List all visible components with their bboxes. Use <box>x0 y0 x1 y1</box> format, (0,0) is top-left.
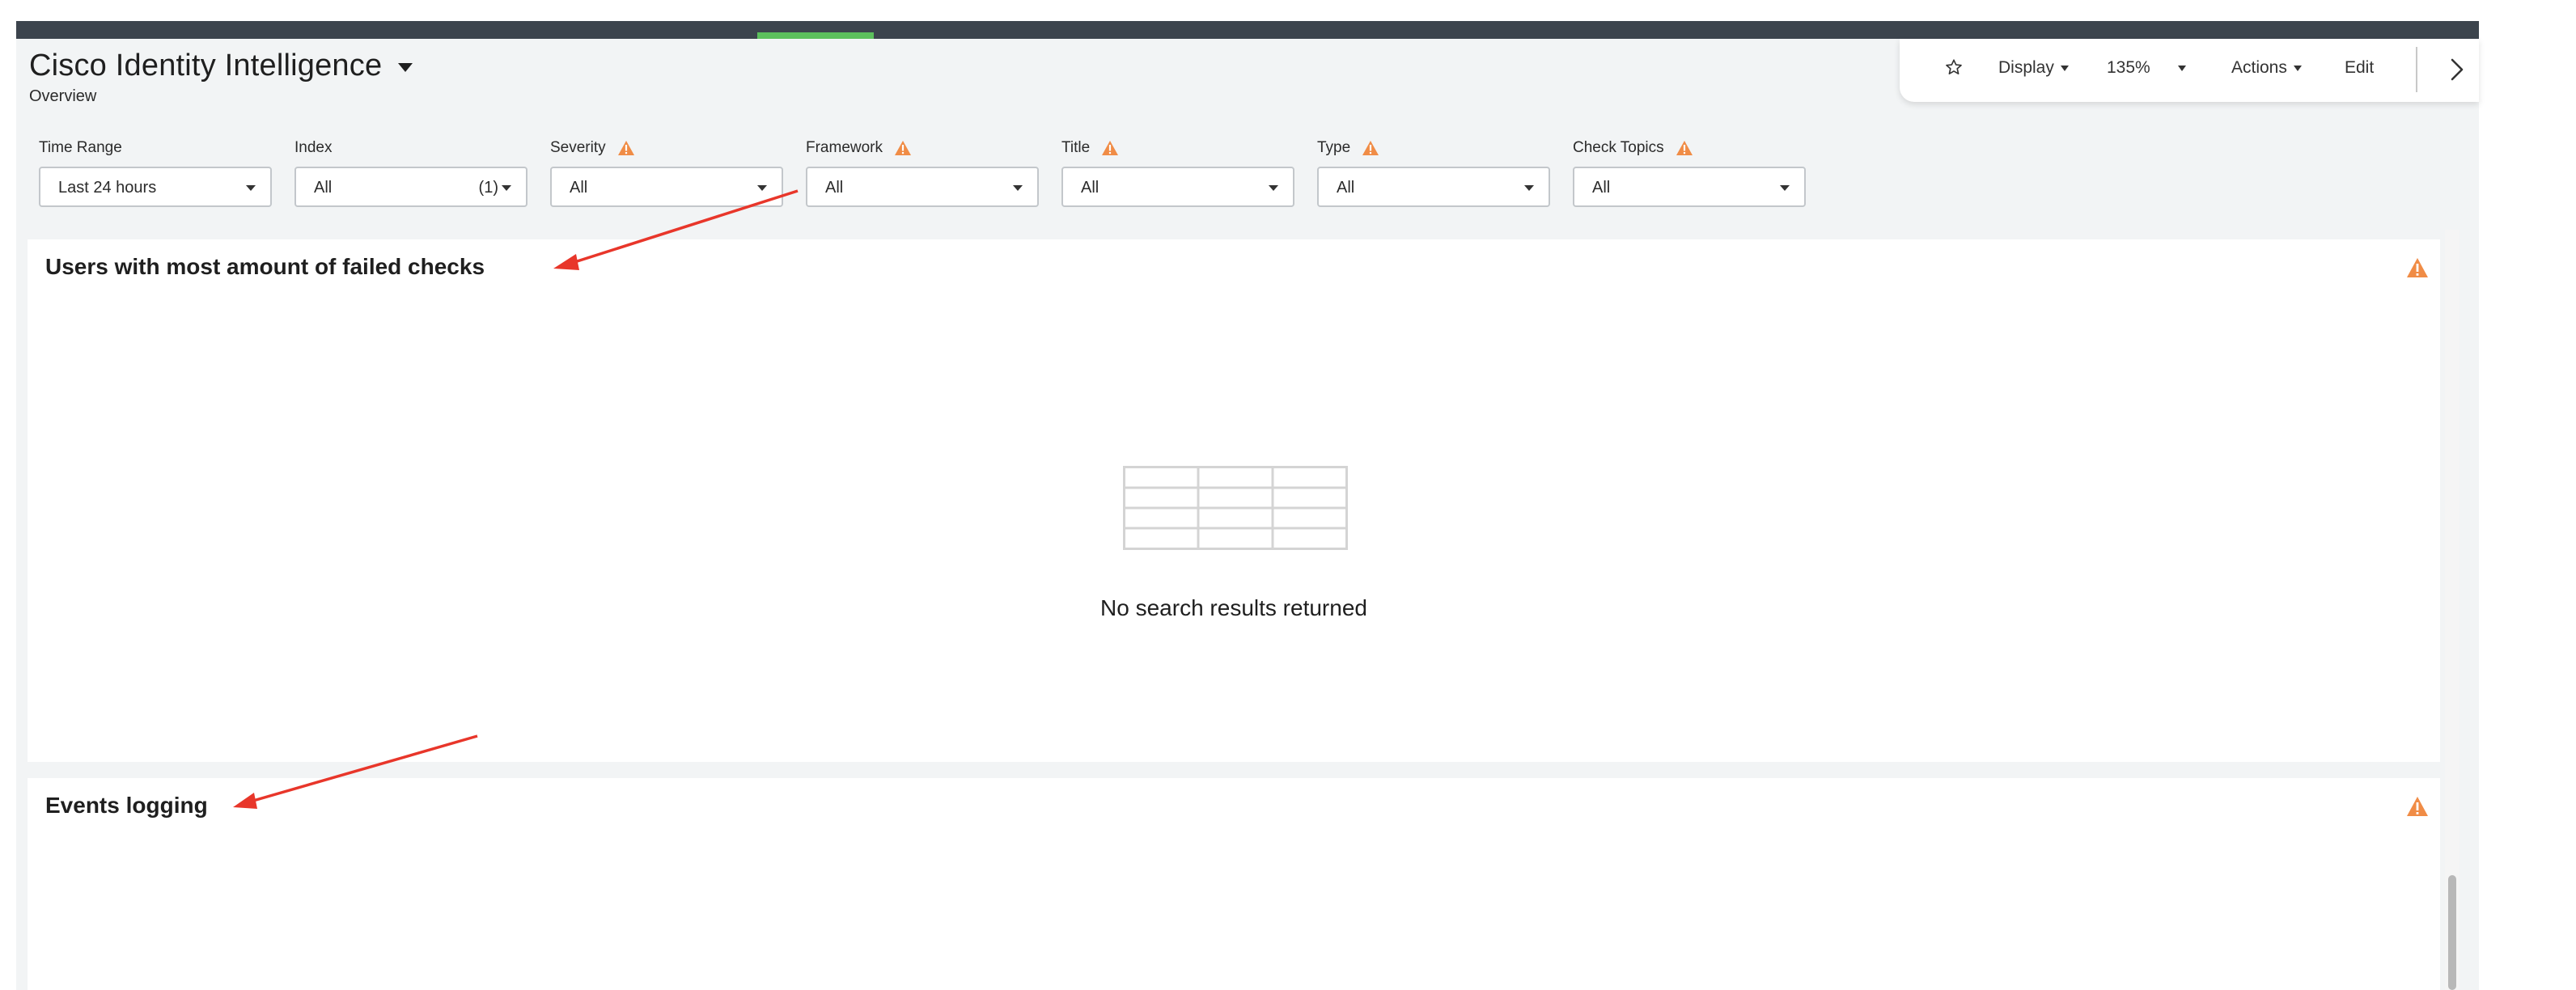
chevron-down-icon <box>502 185 511 191</box>
title-dropdown-caret-icon[interactable] <box>398 63 413 72</box>
zoom-label: 135% <box>2107 58 2150 77</box>
empty-table-icon <box>1123 466 1348 550</box>
active-app-indicator <box>757 32 874 39</box>
filter-label: Check Topics <box>1573 139 1693 157</box>
top-nav-bar <box>16 21 2479 39</box>
zoom-select[interactable]: 135% <box>2107 58 2186 78</box>
warning-icon[interactable] <box>894 140 912 156</box>
filter-dropdown[interactable]: All (1) <box>294 167 527 207</box>
filter-dropdown[interactable]: Last 24 hours <box>39 167 272 207</box>
filter-label: Time Range <box>39 139 122 157</box>
chevron-down-icon <box>1013 185 1023 191</box>
warning-icon[interactable] <box>1676 140 1693 156</box>
filter-selected-value: All <box>825 179 844 197</box>
filter-label-text: Time Range <box>39 139 122 156</box>
filter-label-text: Title <box>1061 139 1091 156</box>
chevron-right-icon[interactable] <box>2440 53 2472 86</box>
favorite-button[interactable] <box>1945 58 1963 76</box>
no-results-message: No search results returned <box>1100 595 1367 620</box>
warning-icon[interactable] <box>2406 257 2429 278</box>
actions-menu-button[interactable]: Actions <box>2231 58 2302 78</box>
filter-dropdown[interactable]: All <box>1573 167 1806 207</box>
edit-button[interactable]: Edit <box>2345 58 2374 78</box>
filter-label: Title <box>1061 139 1119 157</box>
edit-label: Edit <box>2345 58 2375 77</box>
chevron-down-icon <box>246 185 256 191</box>
filter-dropdown[interactable]: All <box>1061 167 1294 207</box>
chevron-down-icon <box>2060 65 2069 71</box>
chevron-down-icon <box>757 185 767 191</box>
filter-selected-value: Last 24 hours <box>58 179 157 197</box>
warning-icon[interactable] <box>617 140 635 156</box>
panel-title: Events logging <box>45 793 208 818</box>
filter-dropdown[interactable]: All <box>550 167 783 207</box>
warning-icon[interactable] <box>1101 140 1119 156</box>
panel-failed-checks: Users with most amount of failed checks … <box>28 239 2440 762</box>
dashboard-toolbar: Display 135% Actions Edit <box>1900 39 2479 102</box>
scrollbar-thumb[interactable] <box>2448 875 2456 990</box>
actions-label: Actions <box>2231 58 2287 77</box>
filter-selected-value: All <box>1337 179 1355 197</box>
filter-label: Index <box>294 139 332 157</box>
dashboard-title[interactable]: Cisco Identity Intelligence <box>29 49 382 83</box>
warning-icon[interactable] <box>1362 140 1379 156</box>
filter-label-text: Check Topics <box>1573 139 1664 156</box>
chevron-down-icon <box>1524 185 1534 191</box>
chevron-down-icon <box>1269 185 1278 191</box>
chevron-down-icon <box>2177 65 2186 71</box>
filter-label-text: Index <box>294 139 333 156</box>
filter-selected-value: All <box>1592 179 1611 197</box>
filter-count: (1) <box>478 179 498 197</box>
panel-title: Users with most amount of failed checks <box>45 254 485 279</box>
warning-icon[interactable] <box>2406 796 2429 817</box>
filter-dropdown[interactable]: All <box>806 167 1039 207</box>
chevron-down-icon <box>1780 185 1790 191</box>
filter-label-text: Severity <box>550 139 606 156</box>
chevron-down-icon <box>2293 65 2302 71</box>
panel-events-logging: Events logging <box>28 778 2440 990</box>
filter-selected-value: All <box>570 179 588 197</box>
filter-dropdown[interactable]: All <box>1317 167 1550 207</box>
toolbar-divider <box>2416 47 2417 92</box>
dashboard-title-row[interactable]: Cisco Identity Intelligence <box>29 49 413 83</box>
filter-label: Severity <box>550 139 635 157</box>
filter-label: Type <box>1317 139 1379 157</box>
filter-label: Framework <box>806 139 912 157</box>
display-label: Display <box>1998 58 2054 77</box>
filter-selected-value: All <box>1081 179 1099 197</box>
dashboard-subtitle: Overview <box>29 87 97 105</box>
filter-selected-value: All <box>314 179 333 197</box>
star-icon <box>1946 59 1962 74</box>
display-menu-button[interactable]: Display <box>1998 58 2069 78</box>
filter-label-text: Type <box>1317 139 1351 156</box>
filter-label-text: Framework <box>806 139 883 156</box>
